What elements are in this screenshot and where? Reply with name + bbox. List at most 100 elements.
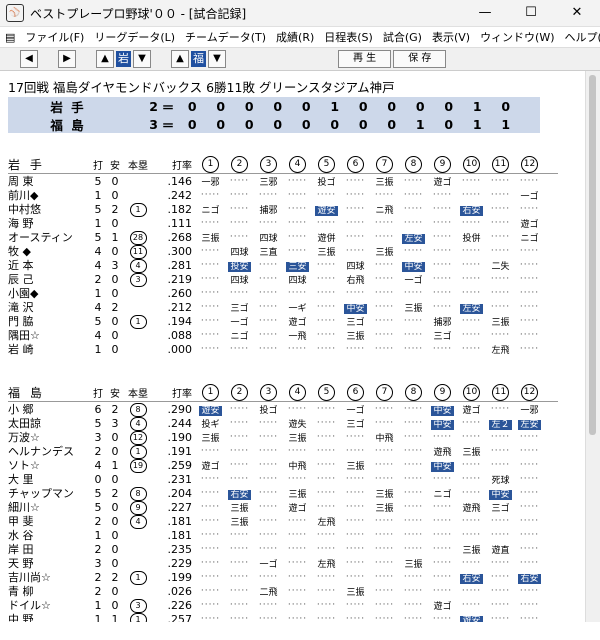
menu-view[interactable]: 表示(V): [427, 29, 475, 45]
empty-dots: ·····: [490, 572, 511, 582]
empty-dots: ·····: [403, 404, 424, 414]
batting-average: .194: [167, 314, 193, 328]
inning-result: 一ギ: [283, 301, 312, 314]
batter-row[interactable]: 大 里 0 0.231 ····· ····· ····· ····· ····· ····· ·…: [8, 472, 558, 487]
batter-row[interactable]: 前川◆ 1 0.242 ····· ····· ····· ····· ····· ····· ·…: [8, 188, 558, 203]
score-equals: ＝: [161, 99, 175, 115]
inning-result: ·····: [312, 502, 341, 512]
inning-result: ·····: [196, 474, 225, 484]
inning-result: 三振: [370, 245, 399, 258]
inning-result: ·····: [196, 316, 225, 326]
batter-row[interactable]: オースティン 5 1 28.268 三振 ····· 四球 ····· 遊併 ····· ·····…: [8, 230, 558, 245]
empty-dots: ·····: [374, 232, 395, 242]
empty-dots: ·····: [200, 246, 221, 256]
inning-result: ·····: [312, 432, 341, 442]
header-inning: 12: [515, 383, 544, 401]
at-bat-result: 遊ゴ: [433, 177, 452, 188]
replay-button[interactable]: 再 生: [338, 50, 392, 68]
inning-result: ·····: [225, 218, 254, 228]
batter-name[interactable]: 中 野: [8, 611, 90, 622]
team1-down-button[interactable]: ▼: [133, 50, 151, 68]
batter-row[interactable]: 細川☆ 5 0 9.227 ····· 三振 ····· 遊ゴ ····· ····· 三振 ····…: [8, 500, 558, 515]
at-bat-result: 三直: [259, 247, 278, 258]
doc-icon[interactable]: ▤: [0, 31, 20, 44]
batting-average: .191: [167, 444, 193, 458]
batter-row[interactable]: 滝 沢 4 2.212 ····· 三ゴ ····· 一ギ ····· 中安 ····· 三振 ···…: [8, 300, 558, 315]
batter-row[interactable]: 甲 斐 2 0 4.181 ····· 三振 ····· ····· 左飛 ····· ····· ·…: [8, 514, 558, 529]
batter-row[interactable]: 青 柳 2 0.026 ····· ····· 二飛 ····· ····· 三振 ····· ··…: [8, 584, 558, 599]
batter-row[interactable]: ヘルナンデス 2 0 1.191 ····· ····· ····· ····· ····· ··…: [8, 444, 558, 459]
team1-up-button[interactable]: ▲: [96, 50, 114, 68]
inning-result: ·····: [515, 302, 544, 312]
batter-row[interactable]: 小 郷 6 2 8.290 遊安 ····· 投ゴ ····· ····· 一ゴ ····· ····…: [8, 402, 558, 417]
batter-row[interactable]: 海 野 1 0.111 ····· ····· ····· ····· ····· ····· ·…: [8, 216, 558, 231]
home-runs: 8: [124, 486, 152, 501]
batter-row[interactable]: 太田諒 5 3 4.244 投ギ ····· ····· 遊失 ····· 三ゴ ····· ····…: [8, 416, 558, 431]
inning-result: ·····: [515, 260, 544, 270]
scoreboard: 岩 手 2 ＝ 0 0 0 0 0 1 0 0 0 0 1 0 福 島 3 ＝ …: [8, 97, 540, 133]
empty-dots: ·····: [316, 288, 337, 298]
inning-result: 三振: [399, 301, 428, 314]
game-title: 17回戦 福島ダイヤモンドバックス 6勝11敗 グリーンスタジアム神戸: [8, 80, 395, 95]
batter-row[interactable]: 岸 田 2 0.235 ····· ····· ····· ····· ····· ····· ·…: [8, 542, 558, 557]
menu-file[interactable]: ファイル(F): [20, 29, 89, 45]
inning-result: ·····: [225, 474, 254, 484]
batting-team-label: 岩 手: [8, 157, 45, 172]
maximize-button[interactable]: ☐: [508, 0, 554, 26]
prev-game-button[interactable]: ◀: [20, 50, 38, 68]
menu-help[interactable]: ヘルプ(H): [560, 29, 600, 45]
menu-window[interactable]: ウィンドウ(W): [475, 29, 559, 45]
batter-row[interactable]: 岩 崎 1 0 .000 ····· ····· ····· ····· ····· ····· ·…: [8, 341, 558, 357]
batter-row[interactable]: 近 本 4 3 4.281 ····· 投安 ····· 三安 ····· 四球 ····· 中安 ··…: [8, 258, 558, 273]
batter-row[interactable]: 中 野 1 1 1.257 ····· ····· ····· ····· ····· ·····…: [8, 612, 558, 622]
inning-result: ·····: [399, 614, 428, 622]
close-button[interactable]: ✕: [554, 0, 600, 26]
at-bat-result: 左２: [489, 419, 512, 430]
batter-row[interactable]: 隅田☆ 4 0.088 ····· ニゴ ····· 一飛 ····· 三振 ····· ·····…: [8, 328, 558, 343]
batter-name[interactable]: 岩 崎: [8, 341, 90, 357]
batter-row[interactable]: 中村悠 5 2 1.182 ニゴ ····· 捕邪 ····· 遊安 ····· ニ飛 ····· ··…: [8, 202, 558, 217]
empty-dots: ·····: [461, 176, 482, 186]
empty-dots: ·····: [316, 586, 337, 596]
minimize-button[interactable]: —: [462, 0, 508, 26]
inning-result: 四球: [283, 273, 312, 286]
batter-row[interactable]: 天 野 3 0.229 ····· ····· 一ゴ ····· 左飛 ····· ····· 三振…: [8, 556, 558, 571]
batter-row[interactable]: ドイル☆ 1 0 3.226 ····· ····· ····· ····· ····· ····…: [8, 598, 558, 613]
at-bat-result: 三振: [201, 233, 220, 244]
batter-row[interactable]: 辰 己 2 0 3.219 ····· 四球 ····· 四球 ····· 右飛 ····· 一ゴ ··…: [8, 272, 558, 287]
empty-dots: ·····: [461, 218, 482, 228]
menu-records[interactable]: 成績(R): [271, 29, 319, 45]
empty-dots: ·····: [519, 586, 540, 596]
inning-result: ·····: [428, 572, 457, 582]
team2-up-button[interactable]: ▲: [171, 50, 189, 68]
batter-row[interactable]: 門 脇 5 0 1.194 ····· 一ゴ ····· 遊ゴ ····· 三ゴ ····· ····…: [8, 314, 558, 329]
batter-row[interactable]: 周 東 5 0.146 一邪 ····· 三邪 ····· 投ゴ ····· 三振 ····· 遊ゴ ·…: [8, 174, 558, 189]
batter-row[interactable]: 小園◆ 1 0.260 ····· ····· ····· ····· ····· ····· ·…: [8, 286, 558, 301]
save-button[interactable]: 保 存: [393, 50, 447, 68]
scroll-thumb[interactable]: [589, 75, 596, 435]
inning-result: ·····: [486, 302, 515, 312]
batter-row[interactable]: 水 谷 1 0.181 ····· ····· ····· ····· ····· ····· ·…: [8, 528, 558, 543]
menu-team[interactable]: チームデータ(T): [180, 29, 271, 45]
inning-result: ·····: [486, 288, 515, 298]
batter-row[interactable]: チャップマン 5 2 8.204 ····· 右安 ····· 三振 ····· ····· 三振 ·…: [8, 486, 558, 501]
inning-result: ·····: [457, 432, 486, 442]
inning-result: 死球: [486, 473, 515, 486]
hr-badge: 4: [129, 258, 147, 273]
inning-result: ·····: [196, 572, 225, 582]
batter-row[interactable]: 万波☆ 3 0 12.190 三振 ····· ····· 三振 ····· ····· 中飛 ···…: [8, 430, 558, 445]
score-inning: 0: [358, 116, 368, 132]
batter-row[interactable]: 牧 ◆ 4 0 11.300 ····· 四球 三直 ····· 三振 ····· 三振 ····· ·…: [8, 244, 558, 259]
menu-schedule[interactable]: 日程表(S): [319, 29, 378, 45]
menu-game[interactable]: 試合(G): [378, 29, 427, 45]
empty-dots: ·····: [316, 432, 337, 442]
batter-row[interactable]: ソト☆ 4 1 19.259 遊ゴ ····· ····· 中飛 ····· 三振 ····· ···…: [8, 458, 558, 473]
batter-row[interactable]: 吉川尚☆ 2 2 1.199 ····· ····· ····· ····· ····· ····…: [8, 570, 558, 585]
empty-dots: ·····: [374, 190, 395, 200]
vertical-scrollbar[interactable]: [585, 71, 600, 622]
hits: 0: [111, 272, 119, 286]
inning-number: 6: [347, 383, 364, 401]
next-game-button[interactable]: ▶: [58, 50, 76, 68]
team2-down-button[interactable]: ▼: [208, 50, 226, 68]
menu-league[interactable]: リーグデータ(L): [89, 29, 180, 45]
